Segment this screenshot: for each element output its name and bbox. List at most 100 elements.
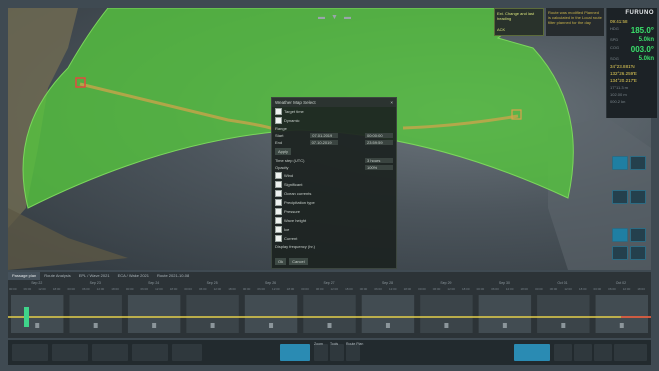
layer-option[interactable]: Significant: [272, 180, 396, 189]
waypoint-icon[interactable]: [35, 323, 40, 328]
end-date-field[interactable]: 07.10.2019: [309, 140, 338, 145]
timeline-track[interactable]: [8, 293, 651, 338]
checkbox-icon[interactable]: [275, 172, 282, 179]
timeline-tab[interactable]: Route 2021-10-08: [153, 272, 193, 280]
waypoint-icon[interactable]: [210, 323, 215, 328]
timeline-tab[interactable]: EPL / Wave 2021: [75, 272, 114, 280]
measure-tool-button[interactable]: [630, 190, 646, 204]
chevron-down-icon[interactable]: ▼: [331, 14, 338, 21]
layer-option[interactable]: Wind: [272, 171, 396, 180]
checkbox-icon[interactable]: [275, 217, 282, 224]
start-date-field[interactable]: 07.01.2019: [310, 133, 339, 138]
waypoint-icon[interactable]: [444, 323, 449, 328]
waypoint-icon[interactable]: [269, 323, 274, 328]
timeline-panel[interactable]: Passage plan Route Analysis EPL / Wave 202…: [8, 272, 651, 338]
time-label: 00:00: [476, 287, 485, 291]
opacity-row: Opacity 100%: [272, 164, 396, 171]
timeline-cursor[interactable]: [24, 307, 29, 327]
tools-label: Tools: [330, 342, 339, 346]
waypoint-icon[interactable]: [327, 323, 332, 328]
radio-icon[interactable]: [275, 117, 282, 124]
close-icon[interactable]: ×: [390, 100, 393, 105]
lat-value: 34°23.881'N: [610, 64, 635, 69]
cancel-button[interactable]: Cancel: [289, 258, 308, 265]
opacity-label: Opacity: [275, 165, 289, 170]
layer-option[interactable]: Pressure: [272, 207, 396, 216]
timeline-tab[interactable]: Route Analysis: [40, 272, 74, 280]
time-label: 12:00: [330, 287, 339, 291]
mode-button-3[interactable]: [574, 344, 592, 361]
day-label: Sep 30: [498, 281, 510, 285]
mode-button-5[interactable]: [614, 344, 647, 361]
timeline-tabs: Passage plan Route Analysis EPL / Wave 202…: [8, 272, 193, 280]
route-tool-button[interactable]: [612, 190, 628, 204]
minus-icon[interactable]: ▬: [318, 14, 325, 21]
mode-button-2[interactable]: [554, 344, 572, 361]
checkbox-icon[interactable]: [275, 235, 282, 242]
waypoint-icon[interactable]: [502, 323, 507, 328]
checkbox-icon[interactable]: [275, 226, 282, 233]
time-label: 06:00: [608, 287, 616, 291]
apply-button[interactable]: Apply: [275, 148, 292, 155]
day-label: Oct 01: [557, 281, 568, 285]
layer-option[interactable]: Ocean currents: [272, 189, 396, 198]
time-label: 18:00: [111, 287, 119, 291]
selected-mode-button[interactable]: [514, 344, 550, 361]
ok-button[interactable]: Ok: [275, 258, 287, 265]
time-label: 18:00: [228, 287, 236, 291]
day-label: Sep 25: [206, 281, 218, 285]
dialog-titlebar[interactable]: Weather Map Select ×: [272, 98, 396, 107]
dialog-buttons: Ok Cancel: [275, 258, 308, 265]
option-dynamic[interactable]: Dynamic: [272, 116, 396, 125]
checkbox-icon[interactable]: [275, 199, 282, 206]
timeline-tab[interactable]: ECA / Wake 2021: [114, 272, 153, 280]
start-time-field[interactable]: 00:00:00: [364, 133, 393, 138]
route-plan-label: Route Plan: [346, 342, 364, 346]
day-label: Sep 24: [148, 281, 160, 285]
waypoint-icon[interactable]: [385, 323, 390, 328]
end-time-field[interactable]: 23:59:59: [365, 140, 393, 145]
mode-button-4[interactable]: [594, 344, 612, 361]
waypoint-icon[interactable]: [152, 323, 157, 328]
layer-option[interactable]: Precipitation type: [272, 198, 396, 207]
opacity-field[interactable]: 100%: [365, 165, 393, 170]
redo-button[interactable]: [612, 246, 628, 260]
waypoint-icon[interactable]: [93, 323, 98, 328]
toolbar-group-left[interactable]: [12, 344, 48, 361]
time-label: 12:00: [213, 287, 222, 291]
timeline-tab[interactable]: Passage plan: [8, 272, 41, 280]
extra-button[interactable]: [346, 344, 360, 361]
route-plan-button[interactable]: [280, 344, 310, 361]
toolbar-group-2[interactable]: [52, 344, 88, 361]
time-step-select[interactable]: 3 hours: [365, 158, 393, 163]
zoom-button[interactable]: [314, 344, 328, 361]
time-label: 06:00: [198, 287, 207, 291]
range-label: Range: [275, 126, 287, 131]
waypoint-icon[interactable]: [619, 323, 624, 328]
time-label: 06:00: [374, 287, 382, 291]
radio-icon[interactable]: [275, 108, 282, 115]
checkbox-icon[interactable]: [275, 190, 282, 197]
settings-button[interactable]: [630, 246, 646, 260]
layer-option[interactable]: Ice: [272, 225, 396, 234]
alert-ack-button[interactable]: ACK: [497, 27, 541, 32]
waypoint-icon[interactable]: [561, 323, 566, 328]
option-target-time[interactable]: Target time: [272, 107, 396, 116]
tools-button[interactable]: [330, 344, 344, 361]
layer-option[interactable]: Current: [272, 234, 396, 243]
checkbox-icon[interactable]: [275, 181, 282, 188]
layer-button[interactable]: [630, 156, 646, 170]
menu-icon[interactable]: ▬: [344, 14, 351, 21]
checkbox-icon[interactable]: [275, 208, 282, 215]
toolbar-group-5[interactable]: [172, 344, 202, 361]
time-label: 18:00: [520, 287, 528, 291]
toolbar-group-3[interactable]: [92, 344, 128, 361]
time-label: 18:00: [345, 287, 353, 291]
zoom-in-button[interactable]: [612, 228, 628, 242]
toolbar-group-4[interactable]: [132, 344, 168, 361]
alert-panel[interactable]: Ext. Change and last heading ACK: [494, 8, 544, 36]
weather-map-dialog[interactable]: Weather Map Select × Target time Dynamic…: [271, 97, 397, 269]
chart-mode-button[interactable]: [612, 156, 628, 170]
layer-option[interactable]: Wave height: [272, 216, 396, 225]
undo-button[interactable]: [630, 228, 646, 242]
